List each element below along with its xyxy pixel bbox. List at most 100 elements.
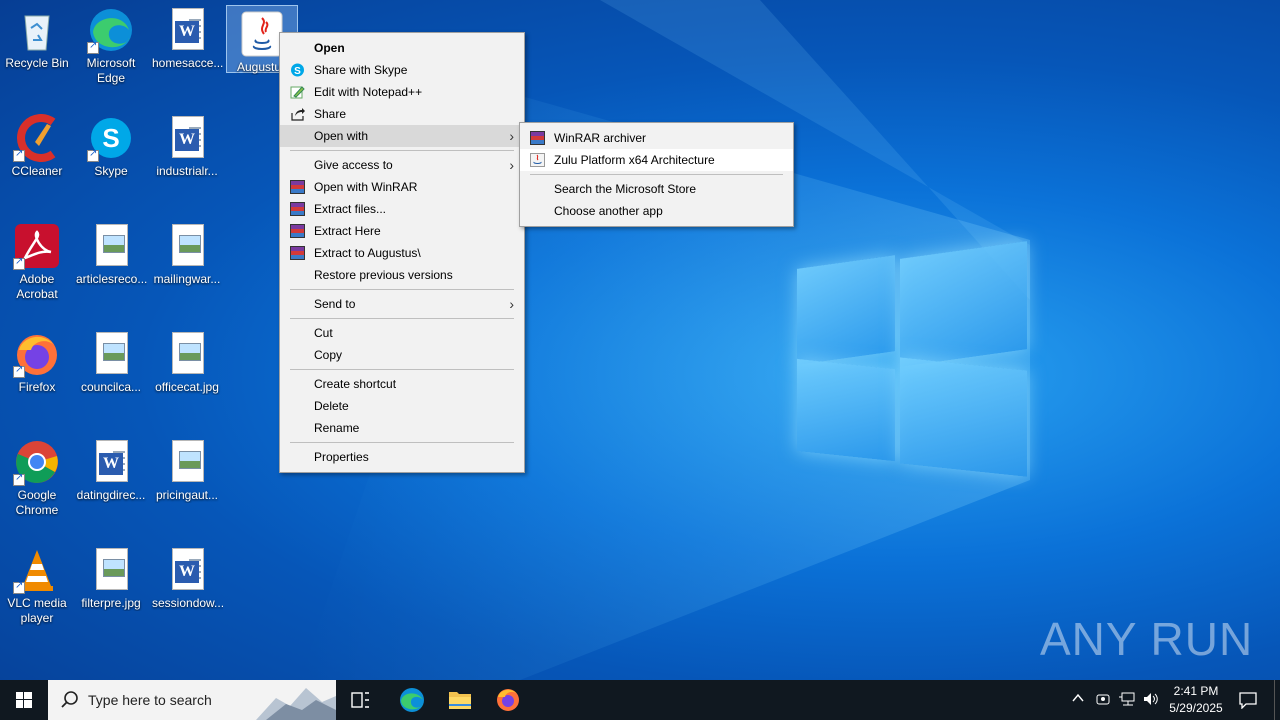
skype-icon: S: [87, 114, 135, 162]
menu-item-restore-previous-versions[interactable]: Restore previous versions: [280, 264, 524, 286]
submenu-item-winrar-archiver[interactable]: WinRAR archiver: [520, 127, 793, 149]
anyrun-watermark: ANY RUN: [1040, 612, 1253, 666]
icon-label: datingdirec...: [76, 488, 146, 502]
desktop-icon-filterpre[interactable]: filterpre.jpg: [75, 542, 147, 642]
desktop-icon-vlc[interactable]: VLC media player: [1, 542, 73, 642]
menu-item-rename[interactable]: Rename: [280, 417, 524, 439]
taskbar-clock[interactable]: 2:41 PM 5/29/2025: [1163, 683, 1229, 717]
menu-item-share[interactable]: Share: [280, 103, 524, 125]
menu-label: Restore previous versions: [314, 268, 453, 282]
menu-item-copy[interactable]: Copy: [280, 344, 524, 366]
volume-icon: [1144, 693, 1158, 705]
menu-item-extract-files[interactable]: Extract files...: [280, 198, 524, 220]
action-center-button[interactable]: [1238, 691, 1258, 712]
java-icon: [530, 153, 545, 167]
desktop-icon-pricingaut[interactable]: pricingaut...: [151, 434, 223, 534]
ccleaner-icon: [13, 114, 61, 162]
show-desktop-button[interactable]: [1274, 680, 1280, 720]
svg-text:S: S: [102, 123, 119, 153]
chevron-right-icon: ›: [509, 296, 514, 312]
tray-meet-now[interactable]: [1095, 691, 1111, 710]
menu-label: Open with: [314, 129, 369, 143]
desktop-icon-adobe-acrobat[interactable]: Adobe Acrobat: [1, 218, 73, 318]
desktop-icon-datingdirec[interactable]: W datingdirec...: [75, 434, 147, 534]
submenu-item-choose-another-app[interactable]: Choose another app: [520, 200, 793, 222]
menu-item-edit-with-notepadpp[interactable]: Edit with Notepad++: [280, 81, 524, 103]
winrar-icon: [290, 246, 305, 260]
notepadpp-icon: [290, 86, 305, 99]
icon-label: officecat.jpg: [155, 380, 219, 394]
desktop-icon-skype[interactable]: S Skype: [75, 110, 147, 210]
menu-label: Extract Here: [314, 224, 381, 238]
desktop-icon-recycle-bin[interactable]: Recycle Bin: [1, 2, 73, 102]
tray-volume[interactable]: [1142, 691, 1160, 710]
windows-logo-pane: [797, 255, 895, 365]
desktop-icon-microsoft-edge[interactable]: Microsoft Edge: [75, 2, 147, 102]
taskbar-search-box[interactable]: Type here to search: [48, 680, 336, 720]
desktop-icon-articlesreco[interactable]: articlesreco...: [75, 218, 147, 318]
menu-label: Share with Skype: [314, 63, 408, 77]
desktop-icon-ccleaner[interactable]: CCleaner: [1, 110, 73, 210]
taskbar-edge-button[interactable]: [390, 680, 434, 720]
image-file-icon: [163, 330, 211, 378]
image-file-icon: [87, 222, 135, 270]
menu-label: Send to: [314, 297, 356, 311]
word-document-icon: W: [163, 6, 211, 54]
show-hidden-icons-chevron[interactable]: [1071, 691, 1085, 708]
submenu-item-zulu-platform[interactable]: Zulu Platform x64 Architecture: [520, 149, 793, 171]
desktop-icon-industrialr[interactable]: W industrialr...: [151, 110, 223, 210]
edge-icon: [400, 688, 424, 712]
menu-label: Copy: [314, 348, 343, 362]
menu-item-give-access-to[interactable]: Give access to ›: [280, 154, 524, 176]
shortcut-arrow-icon: [13, 472, 25, 486]
menu-item-cut[interactable]: Cut: [280, 322, 524, 344]
submenu-item-search-microsoft-store[interactable]: Search the Microsoft Store: [520, 178, 793, 200]
start-button[interactable]: [0, 680, 48, 720]
icon-label: Firefox: [18, 380, 56, 394]
icon-label: filterpre.jpg: [81, 596, 141, 610]
menu-label: Edit with Notepad++: [314, 85, 423, 99]
desktop-icon-sessiondow[interactable]: W sessiondow...: [151, 542, 223, 642]
winrar-icon: [290, 180, 305, 194]
menu-item-create-shortcut[interactable]: Create shortcut: [280, 373, 524, 395]
tray-network[interactable]: [1118, 691, 1136, 710]
image-file-icon: [87, 330, 135, 378]
task-view-button[interactable]: [340, 680, 380, 720]
word-document-icon: W: [163, 546, 211, 594]
desktop-icon-homesacce[interactable]: W homesacce...: [151, 2, 223, 102]
menu-item-open-with-winrar[interactable]: Open with WinRAR: [280, 176, 524, 198]
menu-label: Create shortcut: [314, 377, 397, 391]
menu-item-properties[interactable]: Properties: [280, 446, 524, 468]
menu-item-send-to[interactable]: Send to ›: [280, 293, 524, 315]
menu-label: Properties: [314, 450, 369, 464]
menu-item-extract-to-folder[interactable]: Extract to Augustus\: [280, 242, 524, 264]
desktop-icon-councilca[interactable]: councilca...: [75, 326, 147, 426]
menu-item-extract-here[interactable]: Extract Here: [280, 220, 524, 242]
desktop-icon-google-chrome[interactable]: Google Chrome: [1, 434, 73, 534]
windows-logo-pane: [797, 358, 895, 462]
menu-label: Cut: [314, 326, 333, 340]
taskbar-file-explorer-button[interactable]: [438, 680, 482, 720]
icon-label: homesacce...: [152, 56, 223, 70]
shortcut-arrow-icon: [13, 580, 25, 594]
acrobat-icon: [13, 222, 61, 270]
clock-time: 2:41 PM: [1173, 684, 1219, 698]
desktop[interactable]: Recycle Bin CCleaner Adobe Acrobat Firef…: [0, 0, 1280, 680]
windows-start-icon: [16, 692, 32, 708]
menu-item-open[interactable]: Open: [280, 37, 524, 59]
icon-label: pricingaut...: [155, 488, 219, 502]
desktop-icon-mailingwar[interactable]: mailingwar...: [151, 218, 223, 318]
menu-item-open-with[interactable]: Open with ›: [280, 125, 524, 147]
menu-item-delete[interactable]: Delete: [280, 395, 524, 417]
desktop-icon-firefox[interactable]: Firefox: [1, 326, 73, 426]
open-with-submenu: WinRAR archiver Zulu Platform x64 Archit…: [519, 122, 794, 227]
desktop-icon-officecat[interactable]: officecat.jpg: [151, 326, 223, 426]
winrar-icon: [530, 131, 545, 145]
icon-label: Adobe Acrobat: [16, 272, 58, 301]
svg-text:S: S: [294, 66, 301, 77]
menu-separator: [290, 318, 514, 319]
menu-item-share-with-skype[interactable]: S Share with Skype: [280, 59, 524, 81]
chevron-right-icon: ›: [509, 157, 514, 173]
taskbar-firefox-button[interactable]: [486, 680, 530, 720]
search-placeholder: Type here to search: [88, 692, 212, 708]
